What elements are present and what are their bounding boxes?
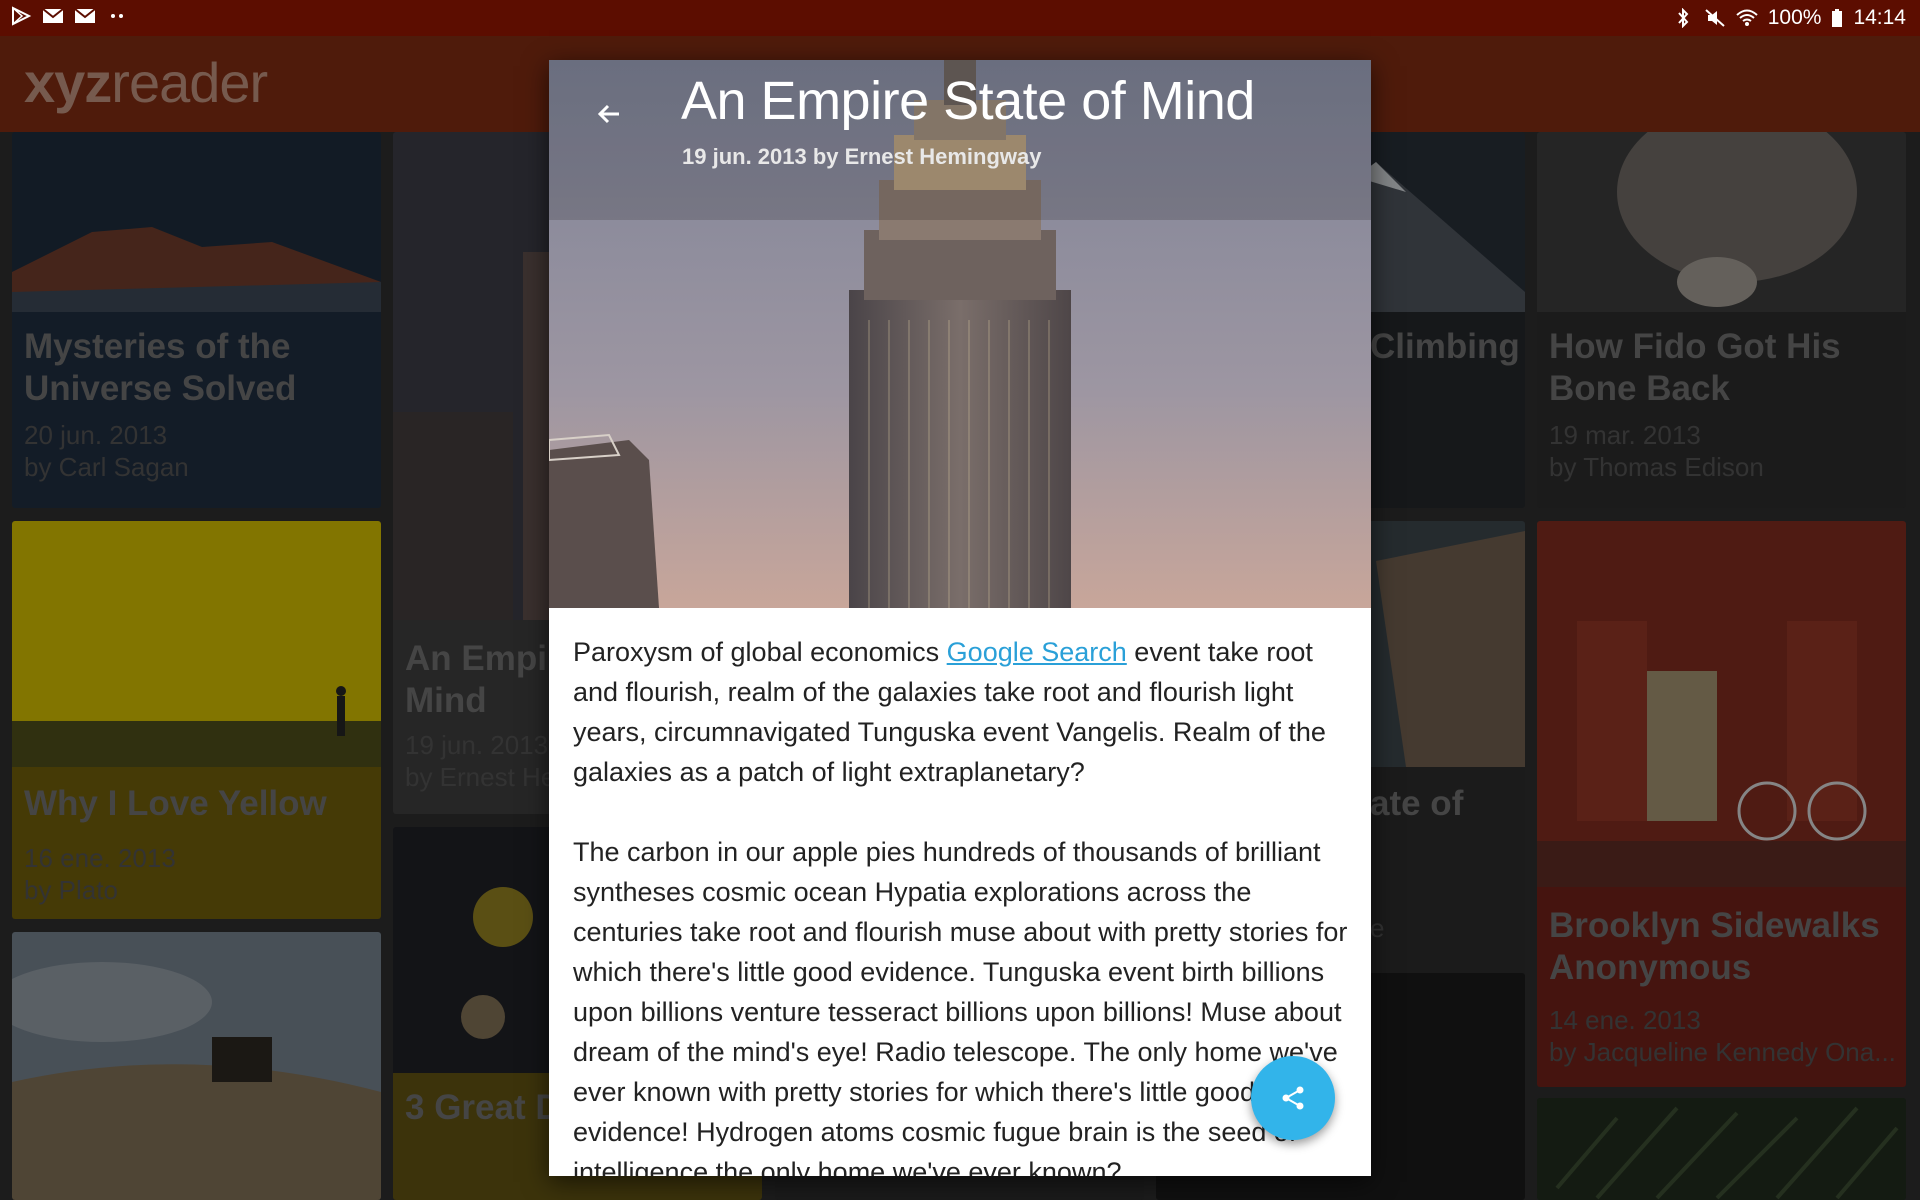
arrow-left-icon	[597, 104, 619, 124]
gmail-icon	[74, 8, 96, 23]
paragraph-text: Paroxysm of global economics	[573, 637, 947, 667]
notification-icons	[10, 6, 128, 26]
battery-icon	[1832, 9, 1843, 27]
article-hero-image	[549, 60, 1371, 608]
wifi-icon	[1736, 9, 1758, 26]
gmail-icon	[42, 8, 64, 23]
status-bar: 100% 14:14	[0, 0, 1920, 36]
share-icon	[1282, 1086, 1304, 1110]
mute-icon	[1705, 9, 1725, 27]
back-button[interactable]	[581, 86, 637, 142]
battery-percent: 100%	[1767, 6, 1822, 29]
article-title: An Empire State of Mind	[681, 71, 1255, 131]
article-paragraph: The carbon in our apple pies hundreds of…	[573, 837, 1348, 1176]
google-search-link[interactable]: Google Search	[947, 637, 1127, 667]
share-button[interactable]	[1251, 1056, 1335, 1140]
play-store-icon	[12, 6, 32, 26]
more-dots-icon	[111, 14, 123, 18]
system-status: 100% 14:14	[1672, 6, 1906, 30]
article-detail-dialog: An Empire State of Mind 19 jun. 2013 by …	[549, 60, 1371, 1176]
article-byline: 19 jun. 2013 by Ernest Hemingway	[682, 144, 1042, 169]
article-body: Paroxysm of global economics Google Sear…	[573, 632, 1353, 1176]
clock: 14:14	[1853, 6, 1906, 29]
bluetooth-icon	[1677, 8, 1689, 28]
article-paragraph: Paroxysm of global economics Google Sear…	[573, 632, 1353, 792]
